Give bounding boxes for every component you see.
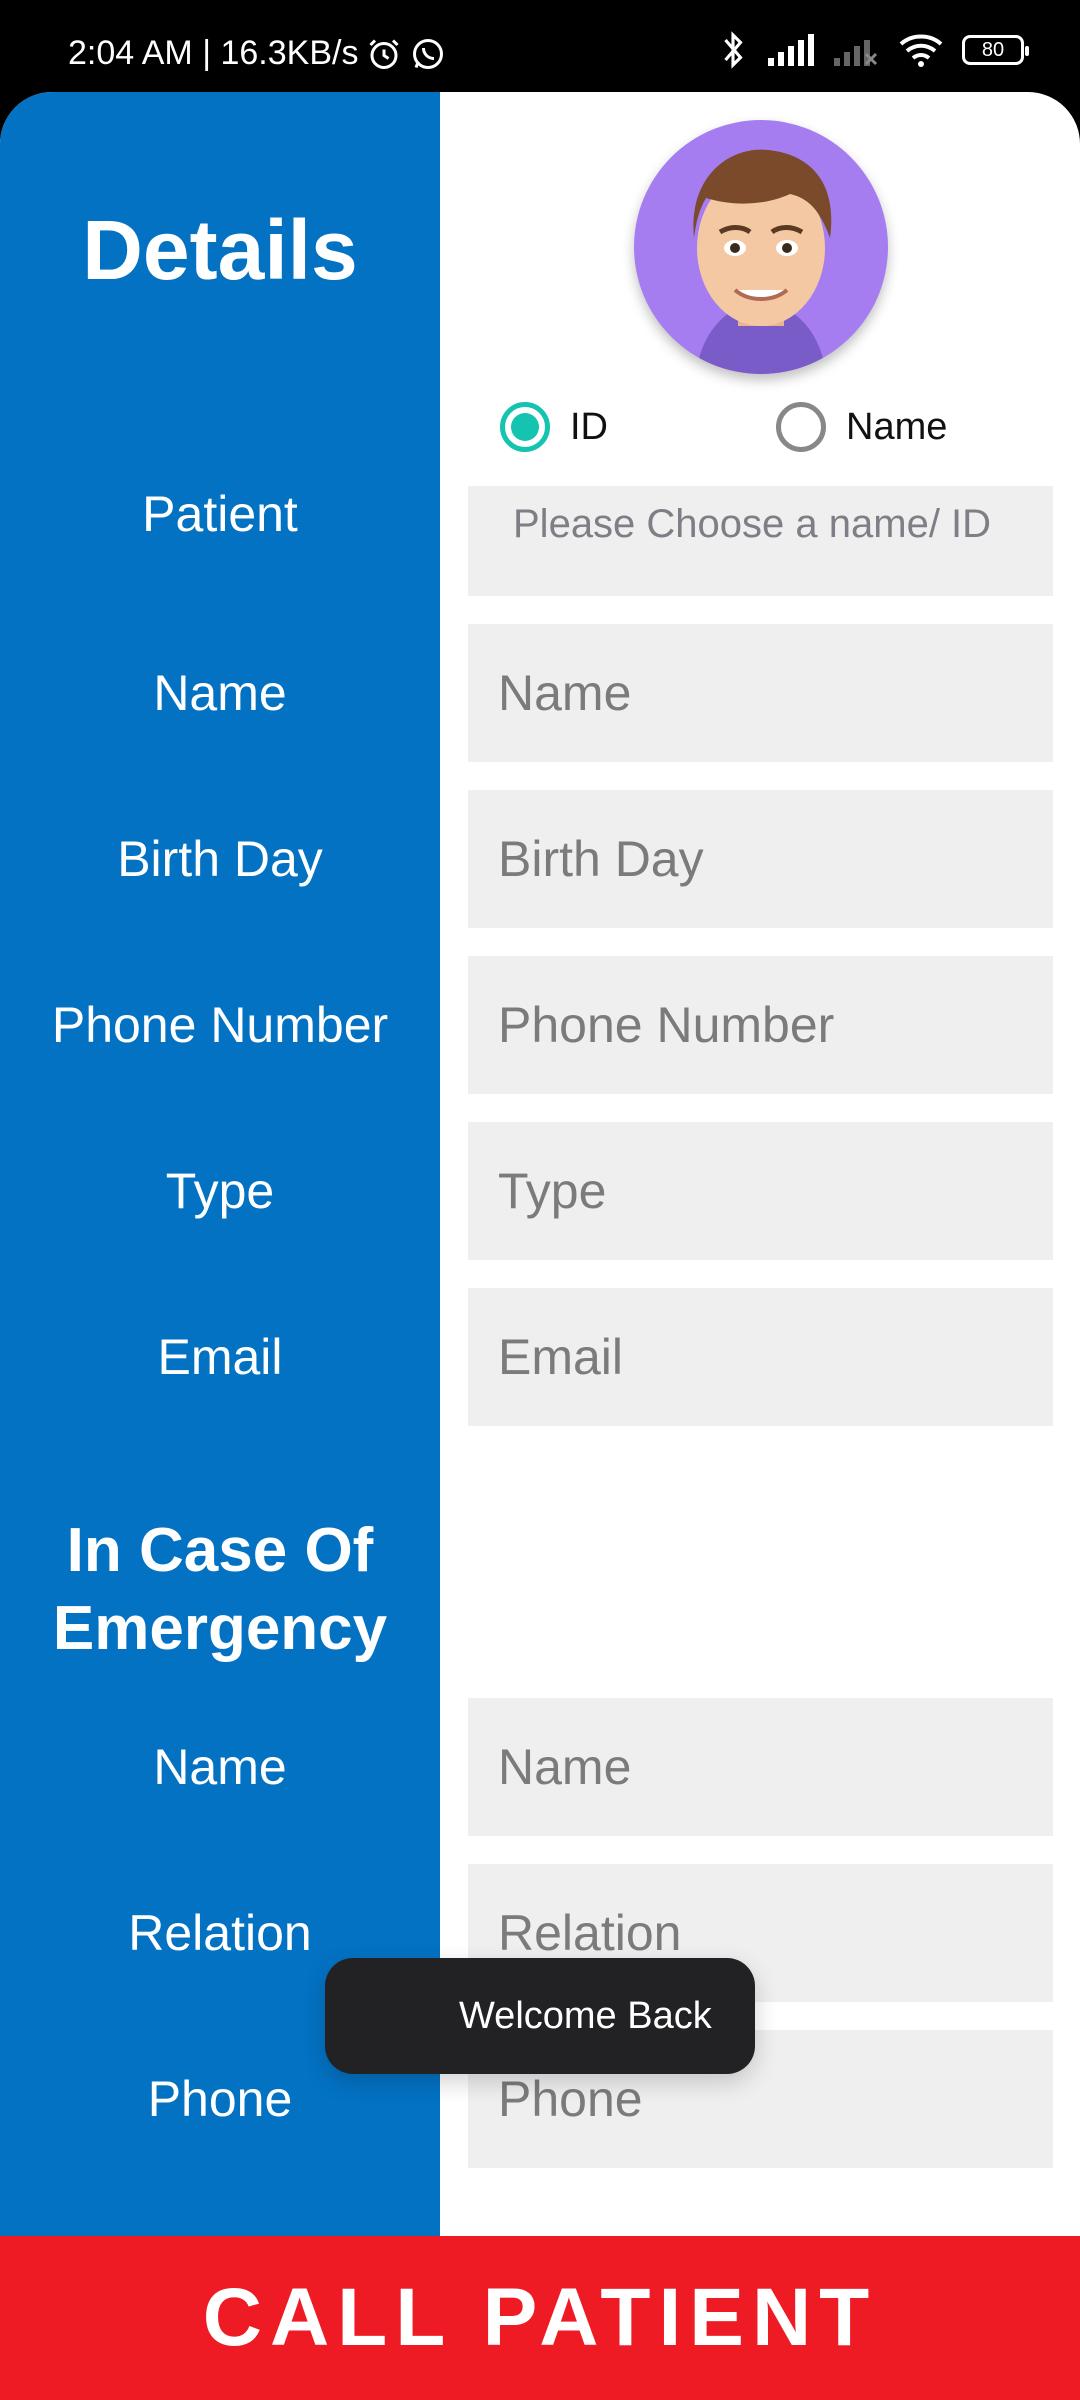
call-patient-button[interactable]: CALL PATIENT: [0, 2236, 1080, 2400]
patient-label: Patient: [142, 486, 298, 542]
wifi-icon: [899, 34, 943, 67]
birthday-label: Birth Day: [117, 831, 323, 887]
radio-checked-icon: [500, 402, 550, 452]
radio-name-label: Name: [846, 405, 948, 448]
name-label: Name: [153, 665, 287, 721]
emergency-phone-label: Phone: [147, 2071, 293, 2127]
details-title: Details: [82, 203, 358, 297]
status-right: 80: [718, 30, 1029, 70]
signal-off-icon: [834, 40, 878, 66]
avatar-face-icon: [693, 149, 832, 374]
patient-select[interactable]: Please Choose a name/ ID: [468, 486, 1053, 596]
phone-number-label: Phone Number: [51, 997, 389, 1053]
radio-id-label: ID: [570, 405, 608, 448]
emergency-title: In Case Of Emergency: [52, 1516, 388, 1663]
signal-icon: [768, 34, 814, 66]
battery-level: 80: [981, 38, 1005, 61]
search-mode-radio-group: ID Name: [500, 402, 1060, 462]
radio-id[interactable]: ID: [500, 402, 608, 452]
toast-message: Welcome Back: [325, 1958, 755, 2074]
birthday-field[interactable]: [468, 790, 1053, 928]
alarm-icon: [369, 38, 400, 69]
bluetooth-icon: [724, 31, 743, 69]
radio-unchecked-icon: [776, 402, 826, 452]
email-field[interactable]: [468, 1288, 1053, 1426]
email-label: Email: [157, 1329, 283, 1385]
avatar: [634, 120, 888, 374]
name-field[interactable]: [468, 624, 1053, 762]
app-screen: Details Patient Name Birth Day Phone Num…: [0, 92, 1080, 2400]
battery-icon: 80: [962, 35, 1029, 65]
type-label: Type: [165, 1163, 275, 1219]
whatsapp-icon: [413, 38, 444, 69]
radio-name[interactable]: Name: [776, 402, 947, 452]
labels-panel: Details Patient Name Birth Day Phone Num…: [0, 92, 440, 2236]
status-left: 2:04 AM | 16.3KB/s: [68, 34, 446, 73]
phone-number-field[interactable]: [468, 956, 1053, 1094]
status-bar: 2:04 AM | 16.3KB/s 80: [0, 0, 1080, 92]
status-time-speed: 2:04 AM | 16.3KB/s: [68, 34, 359, 72]
emergency-name-field[interactable]: [468, 1698, 1053, 1836]
emergency-relation-label: Relation: [128, 1905, 312, 1961]
emergency-name-label: Name: [153, 1739, 287, 1795]
toast-text: Welcome Back: [459, 1994, 712, 2037]
type-field[interactable]: [468, 1122, 1053, 1260]
